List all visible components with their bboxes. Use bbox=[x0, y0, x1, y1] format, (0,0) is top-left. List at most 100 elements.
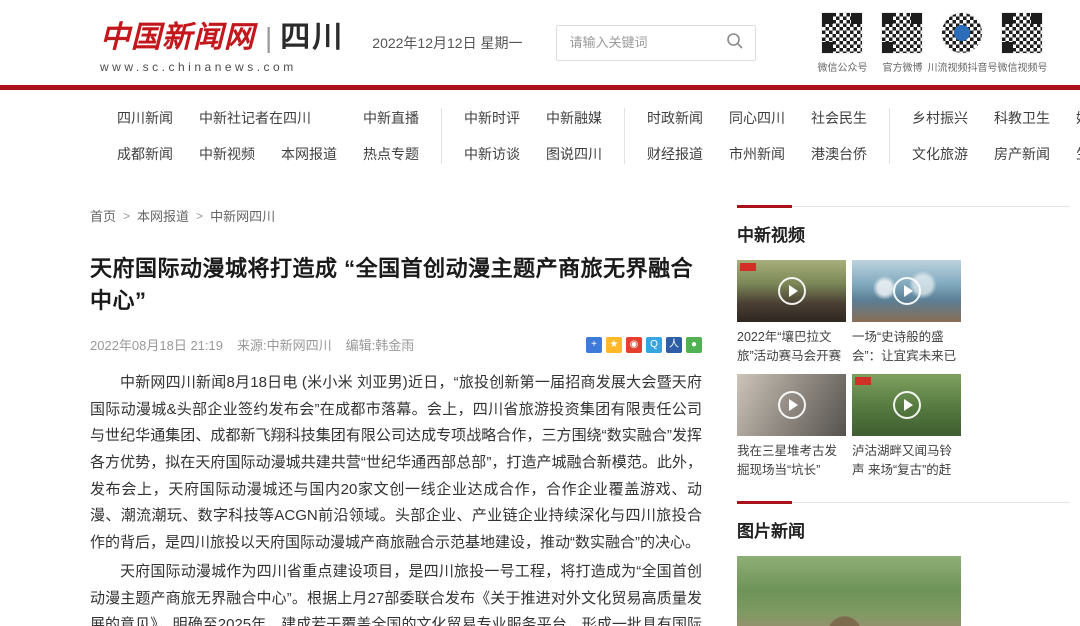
share-more-icon[interactable]: + bbox=[586, 337, 602, 353]
article-date: 2022年08月18日 21:19 bbox=[90, 335, 223, 354]
qr-label: 微信公众号 bbox=[817, 59, 867, 74]
video-thumbnail bbox=[737, 374, 846, 436]
photo-news-image[interactable] bbox=[737, 556, 961, 626]
channel-badge bbox=[740, 263, 756, 271]
photo-section-title: 图片新闻 bbox=[737, 517, 1070, 542]
qr-douyin: 川流视频抖音号 bbox=[938, 12, 986, 74]
video-item[interactable]: 一场“史诗般的盛会”：让宜宾未来已来 bbox=[852, 260, 961, 366]
nav-photo-sichuan[interactable]: 图说四川 bbox=[546, 144, 602, 164]
video-caption: 我在三星堆考古发掘现场当“坑长” bbox=[737, 442, 846, 480]
qr-code-image bbox=[1001, 12, 1043, 54]
nav-group-4: 乡村振兴 科教卫生 娱乐体育 文化旅游 房产新闻 生活服务 bbox=[889, 108, 1080, 164]
nav-commentary[interactable]: 中新时评 bbox=[464, 108, 520, 128]
video-grid: 2022年“壤巴拉文旅”活动赛马会开赛 一场“史诗般的盛会”：让宜宾未来已来 我… bbox=[737, 260, 1070, 480]
article-column: 首页 > 本网报道 > 中新网四川 天府国际动漫城将打造成 “全国首创动漫主题产… bbox=[90, 206, 702, 626]
video-item[interactable]: 我在三星堆考古发掘现场当“坑长” bbox=[737, 374, 846, 480]
play-icon bbox=[778, 277, 806, 305]
breadcrumb-site-reports[interactable]: 本网报道 bbox=[137, 206, 189, 225]
qr-code-row: 微信公众号 官方微博 川流视频抖音号 微信视频号 bbox=[818, 12, 1046, 74]
qr-label: 官方微博 bbox=[882, 59, 922, 74]
search-icon bbox=[725, 31, 745, 54]
qr-code-image bbox=[881, 12, 923, 54]
site-header: 中国新闻网 | 四川 www.sc.chinanews.com 2022年12月… bbox=[0, 0, 1080, 85]
play-icon bbox=[893, 277, 921, 305]
nav-real-estate[interactable]: 房产新闻 bbox=[994, 144, 1050, 164]
nav-united-front[interactable]: 同心四川 bbox=[729, 108, 785, 128]
article-paragraph: 中新网四川新闻8月18日电 (米小米 刘亚男)近日，“旅投创新第一届招商发展大会… bbox=[90, 370, 702, 557]
breadcrumb: 首页 > 本网报道 > 中新网四川 bbox=[90, 206, 702, 225]
play-icon bbox=[893, 391, 921, 419]
nav-life-services[interactable]: 生活服务 bbox=[1076, 144, 1080, 164]
site-logo[interactable]: 中国新闻网 | 四川 www.sc.chinanews.com bbox=[100, 12, 344, 74]
logo-text-region: 四川 bbox=[280, 12, 344, 56]
qr-wechat-channels: 微信视频号 bbox=[998, 12, 1046, 74]
breadcrumb-cns-sichuan[interactable]: 中新网四川 bbox=[210, 206, 275, 225]
nav-rural-revitalization[interactable]: 乡村振兴 bbox=[912, 108, 968, 128]
video-caption: 一场“史诗般的盛会”：让宜宾未来已来 bbox=[852, 328, 961, 366]
article-meta: 2022年08月18日 21:19 来源:中新网四川 编辑:韩金雨 + ★ ◉ … bbox=[90, 335, 702, 354]
logo-separator: | bbox=[265, 22, 272, 54]
nav-video[interactable]: 中新视频 bbox=[199, 144, 255, 164]
nav-politics[interactable]: 时政新闻 bbox=[647, 108, 703, 128]
nav-finance[interactable]: 财经报道 bbox=[647, 144, 703, 164]
nav-science-education[interactable]: 科教卫生 bbox=[994, 108, 1050, 128]
search-box bbox=[556, 25, 756, 61]
video-thumbnail bbox=[852, 260, 961, 322]
main-navigation: 四川新闻 中新社记者在四川 中新直播 成都新闻 中新视频 本网报道 热点专题 中… bbox=[0, 90, 1080, 178]
video-caption: 2022年“壤巴拉文旅”活动赛马会开赛 bbox=[737, 328, 846, 366]
nav-hk-macao-taiwan[interactable]: 港澳台侨 bbox=[811, 144, 867, 164]
nav-interviews[interactable]: 中新访谈 bbox=[464, 144, 520, 164]
video-item[interactable]: 泸沽湖畔又闻马铃声 来场“复古”的赶马之行 bbox=[852, 374, 961, 480]
nav-culture-tourism[interactable]: 文化旅游 bbox=[912, 144, 968, 164]
article-paragraph: 天府国际动漫城作为四川省重点建设项目，是四川旅投一号工程，将打造成为“全国首创动… bbox=[90, 559, 702, 626]
logo-text-main: 中国新闻网 bbox=[100, 12, 255, 56]
nav-sichuan-news[interactable]: 四川新闻 bbox=[117, 108, 173, 128]
article-editor: 编辑:韩金雨 bbox=[346, 335, 415, 354]
video-thumbnail bbox=[737, 260, 846, 322]
qr-code-image bbox=[821, 12, 863, 54]
nav-group-3: 时政新闻 同心四川 社会民生 财经报道 市州新闻 港澳台侨 bbox=[624, 108, 889, 164]
search-input[interactable] bbox=[569, 35, 723, 50]
video-news-section: 中新视频 2022年“壤巴拉文旅”活动赛马会开赛 一场“史诗般的盛会”：让宜宾未… bbox=[737, 206, 1070, 480]
channel-badge bbox=[855, 377, 871, 385]
video-item[interactable]: 2022年“壤巴拉文旅”活动赛马会开赛 bbox=[737, 260, 846, 366]
nav-group-2: 中新时评 中新融媒 中新访谈 图说四川 bbox=[441, 108, 624, 164]
qr-wechat-official: 微信公众号 bbox=[818, 12, 866, 74]
article-body: 中新网四川新闻8月18日电 (米小米 刘亚男)近日，“旅投创新第一届招商发展大会… bbox=[90, 370, 702, 626]
nav-entertainment-sports[interactable]: 娱乐体育 bbox=[1076, 108, 1080, 128]
sidebar: 中新视频 2022年“壤巴拉文旅”活动赛马会开赛 一场“史诗般的盛会”：让宜宾未… bbox=[737, 206, 1070, 626]
nav-converged-media[interactable]: 中新融媒 bbox=[546, 108, 602, 128]
qr-label: 微信视频号 bbox=[997, 59, 1047, 74]
breadcrumb-separator: > bbox=[123, 209, 130, 223]
nav-city-news[interactable]: 市州新闻 bbox=[729, 144, 785, 164]
breadcrumb-separator: > bbox=[196, 209, 203, 223]
play-icon bbox=[778, 391, 806, 419]
video-thumbnail bbox=[852, 374, 961, 436]
video-section-title: 中新视频 bbox=[737, 221, 1070, 246]
site-url: www.sc.chinanews.com bbox=[100, 60, 344, 74]
share-buttons: + ★ ◉ Q 人 ● bbox=[586, 337, 702, 353]
renren-icon[interactable]: 人 bbox=[666, 337, 682, 353]
article-source: 来源:中新网四川 bbox=[237, 335, 332, 354]
breadcrumb-home[interactable]: 首页 bbox=[90, 206, 116, 225]
video-caption: 泸沽湖畔又闻马铃声 来场“复古”的赶马之行 bbox=[852, 442, 961, 480]
nav-hot-topics[interactable]: 热点专题 bbox=[363, 144, 419, 164]
nav-site-reports[interactable]: 本网报道 bbox=[281, 144, 337, 164]
nav-society[interactable]: 社会民生 bbox=[811, 108, 867, 128]
qr-label: 川流视频抖音号 bbox=[927, 59, 997, 74]
nav-live[interactable]: 中新直播 bbox=[363, 108, 419, 128]
article-title: 天府国际动漫城将打造成 “全国首创动漫主题产商旅无界融合中心” bbox=[90, 251, 702, 315]
qr-code-image bbox=[941, 12, 983, 54]
qzone-icon[interactable]: ★ bbox=[606, 337, 622, 353]
current-date: 2022年12月12日 星期一 bbox=[372, 33, 522, 53]
tencent-weibo-icon[interactable]: Q bbox=[646, 337, 662, 353]
photo-news-section: 图片新闻 bbox=[737, 502, 1070, 626]
wechat-icon[interactable]: ● bbox=[686, 337, 702, 353]
nav-cns-reporters[interactable]: 中新社记者在四川 bbox=[199, 108, 337, 128]
main-area: 首页 > 本网报道 > 中新网四川 天府国际动漫城将打造成 “全国首创动漫主题产… bbox=[0, 206, 1080, 626]
weibo-icon[interactable]: ◉ bbox=[626, 337, 642, 353]
nav-group-1: 四川新闻 中新社记者在四川 中新直播 成都新闻 中新视频 本网报道 热点专题 bbox=[117, 108, 441, 164]
qr-weibo-official: 官方微博 bbox=[878, 12, 926, 74]
search-button[interactable] bbox=[723, 31, 747, 55]
nav-chengdu-news[interactable]: 成都新闻 bbox=[117, 144, 173, 164]
